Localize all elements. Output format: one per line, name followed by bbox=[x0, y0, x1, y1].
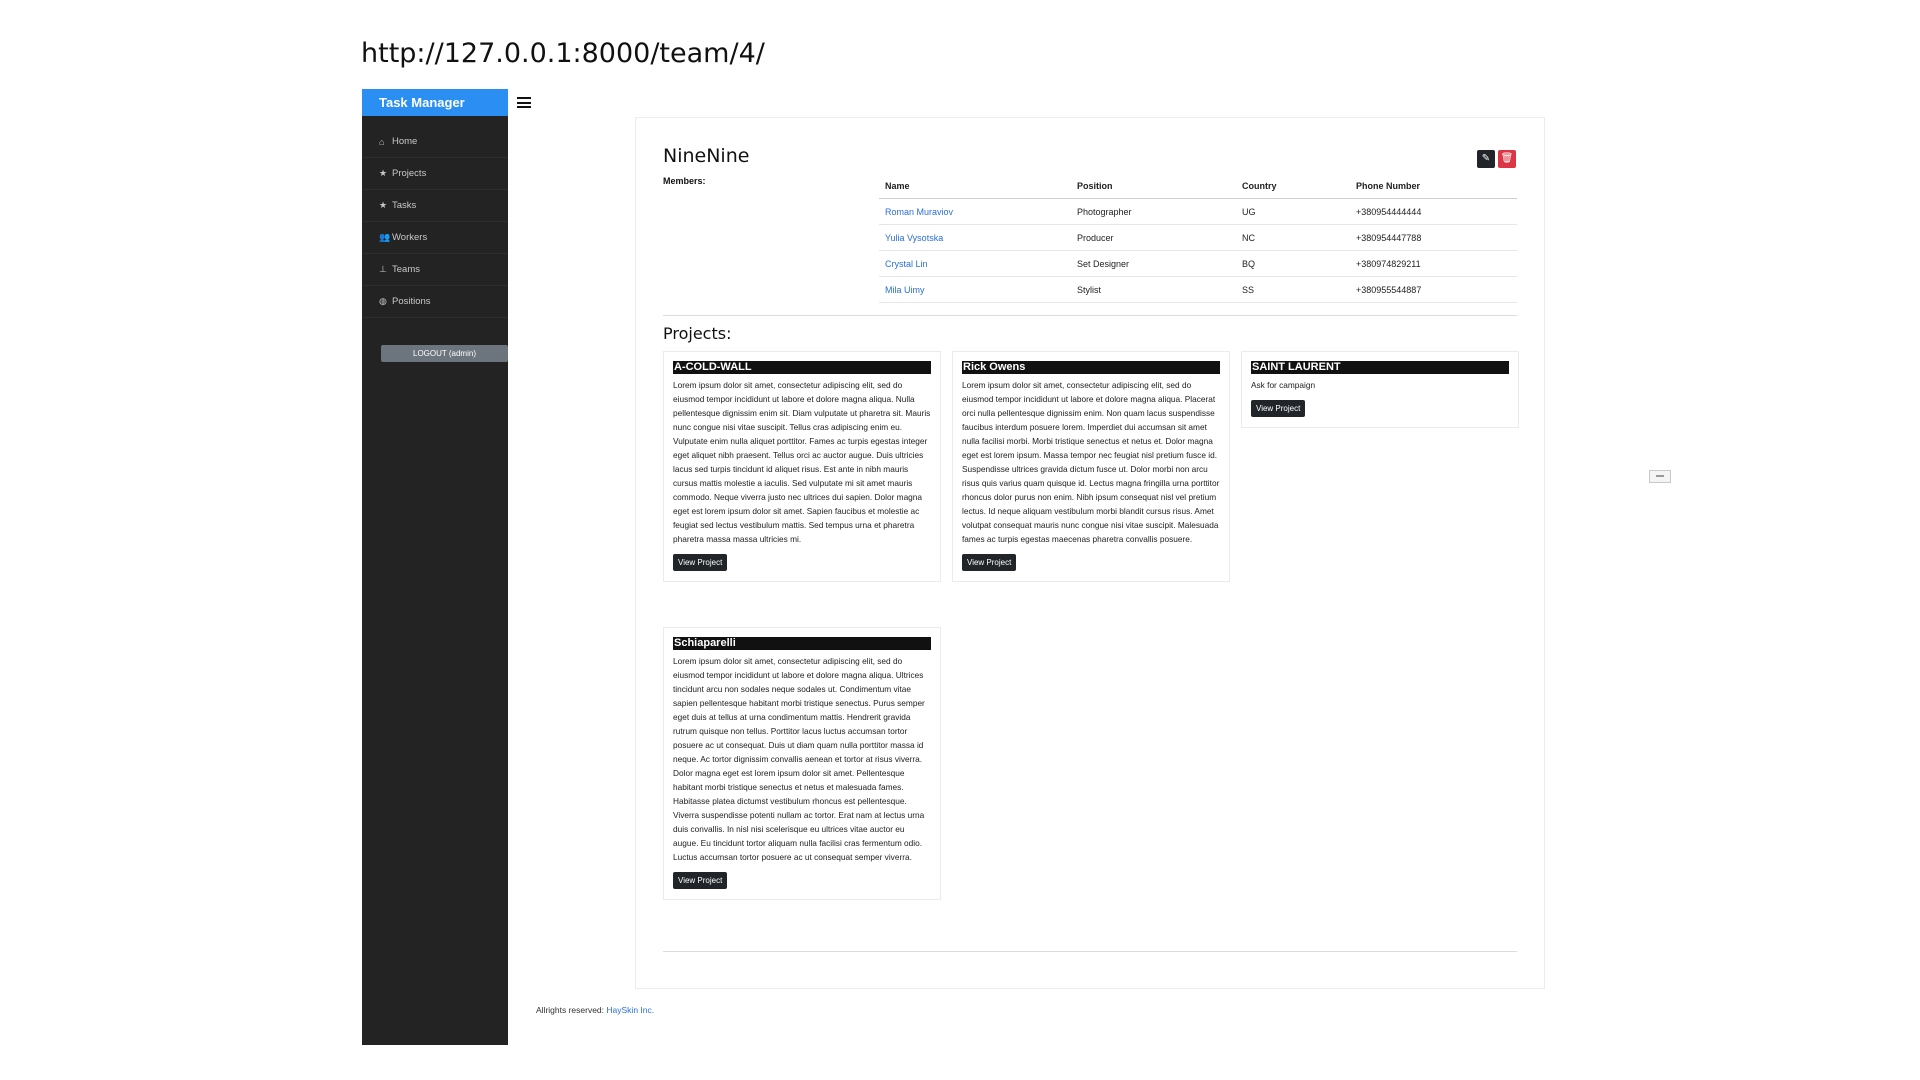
trash-icon: 🗑 bbox=[1500, 153, 1514, 164]
member-phone: +380954444444 bbox=[1350, 198, 1517, 225]
project-card-schiaparelli: Schiaparelli Lorem ipsum dolor sit amet,… bbox=[663, 627, 941, 900]
view-project-button[interactable]: View Project bbox=[962, 554, 1017, 571]
member-name-link[interactable]: Crystal Lin bbox=[879, 250, 1071, 277]
column-header-country: Country bbox=[1236, 174, 1350, 199]
star-icon: ★ bbox=[379, 200, 388, 210]
sitemap-icon: ⊥ bbox=[379, 264, 387, 274]
member-country: SS bbox=[1236, 276, 1350, 303]
projects-heading: Projects: bbox=[663, 324, 732, 343]
page-title: NineNine bbox=[663, 145, 750, 167]
column-header-name: Name bbox=[879, 174, 1071, 199]
table-row: Roman Muraviov Photographer UG +38095444… bbox=[879, 198, 1517, 225]
star-icon: ★ bbox=[379, 168, 388, 178]
footer: Allrights reserved: HaySkin Inc. bbox=[536, 1005, 654, 1015]
view-project-button[interactable]: View Project bbox=[673, 554, 728, 571]
view-project-button[interactable]: View Project bbox=[673, 872, 728, 889]
project-description: Lorem ipsum dolor sit amet, consectetur … bbox=[673, 380, 931, 544]
logout-button[interactable]: LOGOUT (admin) bbox=[381, 345, 508, 362]
member-name-link[interactable]: Roman Muraviov bbox=[879, 198, 1071, 225]
table-row: Yulia Vysotska Producer NC +380954447788 bbox=[879, 224, 1517, 251]
member-phone: +380974829211 bbox=[1350, 250, 1517, 277]
member-name-link[interactable]: Mila Uimy bbox=[879, 276, 1071, 303]
sidebar-item-label: Teams bbox=[392, 264, 420, 275]
sidebar-item-label: Projects bbox=[392, 168, 427, 179]
delete-team-button[interactable]: 🗑 bbox=[1498, 150, 1516, 168]
url-caption: http://127.0.0.1:8000/team/4/ bbox=[361, 38, 765, 69]
project-title: A-COLD-WALL bbox=[673, 361, 931, 374]
users-icon: 👥 bbox=[379, 232, 391, 242]
bottom-divider bbox=[663, 951, 1517, 952]
table-row: Crystal Lin Set Designer BQ +38097482921… bbox=[879, 250, 1517, 277]
footer-link[interactable]: HaySkin Inc. bbox=[606, 1005, 654, 1015]
sidebar-item-label: Positions bbox=[392, 296, 431, 307]
home-icon: ⌂ bbox=[379, 136, 385, 147]
column-header-position: Position bbox=[1071, 174, 1236, 199]
edit-team-button[interactable]: ✎ bbox=[1477, 150, 1495, 168]
project-title: Schiaparelli bbox=[673, 637, 931, 650]
side-panel-handle-icon[interactable] bbox=[1649, 470, 1671, 483]
member-phone: +380954447788 bbox=[1350, 224, 1517, 251]
member-phone: +380955544887 bbox=[1350, 276, 1517, 303]
sidebar-nav: ⌂ Home ★ Projects ★ Tasks 👥 Workers ⊥ Te… bbox=[362, 126, 508, 318]
sidebar-item-workers[interactable]: 👥 Workers bbox=[362, 222, 508, 254]
sidebar: Task Manager ⌂ Home ★ Projects ★ Tasks 👥… bbox=[362, 89, 508, 1045]
sidebar-item-label: Tasks bbox=[392, 200, 417, 211]
project-title: Rick Owens bbox=[962, 361, 1220, 374]
member-position: Stylist bbox=[1071, 276, 1236, 303]
member-country: UG bbox=[1236, 198, 1350, 225]
sidebar-item-home[interactable]: ⌂ Home bbox=[362, 126, 508, 158]
table-row: Mila Uimy Stylist SS +380955544887 bbox=[879, 276, 1517, 303]
project-card-a-cold-wall: A-COLD-WALL Lorem ipsum dolor sit amet, … bbox=[663, 351, 941, 582]
sidebar-item-projects[interactable]: ★ Projects bbox=[362, 158, 508, 190]
project-title: SAINT LAURENT bbox=[1251, 361, 1509, 374]
team-detail-card: NineNine Members: ✎ 🗑 Name Position Coun… bbox=[635, 117, 1545, 989]
globe-icon: ◍ bbox=[379, 296, 387, 306]
pencil-icon: ✎ bbox=[1481, 153, 1491, 164]
member-country: BQ bbox=[1236, 250, 1350, 277]
section-divider bbox=[663, 315, 1517, 316]
project-card-rick-owens: Rick Owens Lorem ipsum dolor sit amet, c… bbox=[952, 351, 1230, 582]
sidebar-item-positions[interactable]: ◍ Positions bbox=[362, 286, 508, 318]
members-label: Members: bbox=[663, 176, 706, 186]
member-position: Producer bbox=[1071, 224, 1236, 251]
brand-title[interactable]: Task Manager bbox=[362, 89, 508, 116]
member-name-link[interactable]: Yulia Vysotska bbox=[879, 224, 1071, 251]
project-description: Ask for campaign bbox=[1251, 380, 1316, 390]
project-card-saint-laurent: SAINT LAURENT Ask for campaign View Proj… bbox=[1241, 351, 1519, 428]
view-project-button[interactable]: View Project bbox=[1251, 400, 1306, 417]
member-position: Set Designer bbox=[1071, 250, 1236, 277]
column-header-phone: Phone Number bbox=[1350, 174, 1517, 199]
table-header-row: Name Position Country Phone Number bbox=[879, 174, 1517, 199]
sidebar-item-label: Home bbox=[392, 136, 418, 147]
project-description: Lorem ipsum dolor sit amet, consectetur … bbox=[673, 656, 925, 862]
footer-text: Allrights reserved: bbox=[536, 1005, 607, 1015]
menu-toggle-icon[interactable] bbox=[517, 97, 531, 109]
project-description: Lorem ipsum dolor sit amet, consectetur … bbox=[962, 380, 1220, 544]
member-country: NC bbox=[1236, 224, 1350, 251]
sidebar-item-tasks[interactable]: ★ Tasks bbox=[362, 190, 508, 222]
member-position: Photographer bbox=[1071, 198, 1236, 225]
sidebar-item-label: Workers bbox=[392, 232, 428, 243]
members-table: Name Position Country Phone Number Roman… bbox=[879, 174, 1517, 303]
sidebar-item-teams[interactable]: ⊥ Teams bbox=[362, 254, 508, 286]
